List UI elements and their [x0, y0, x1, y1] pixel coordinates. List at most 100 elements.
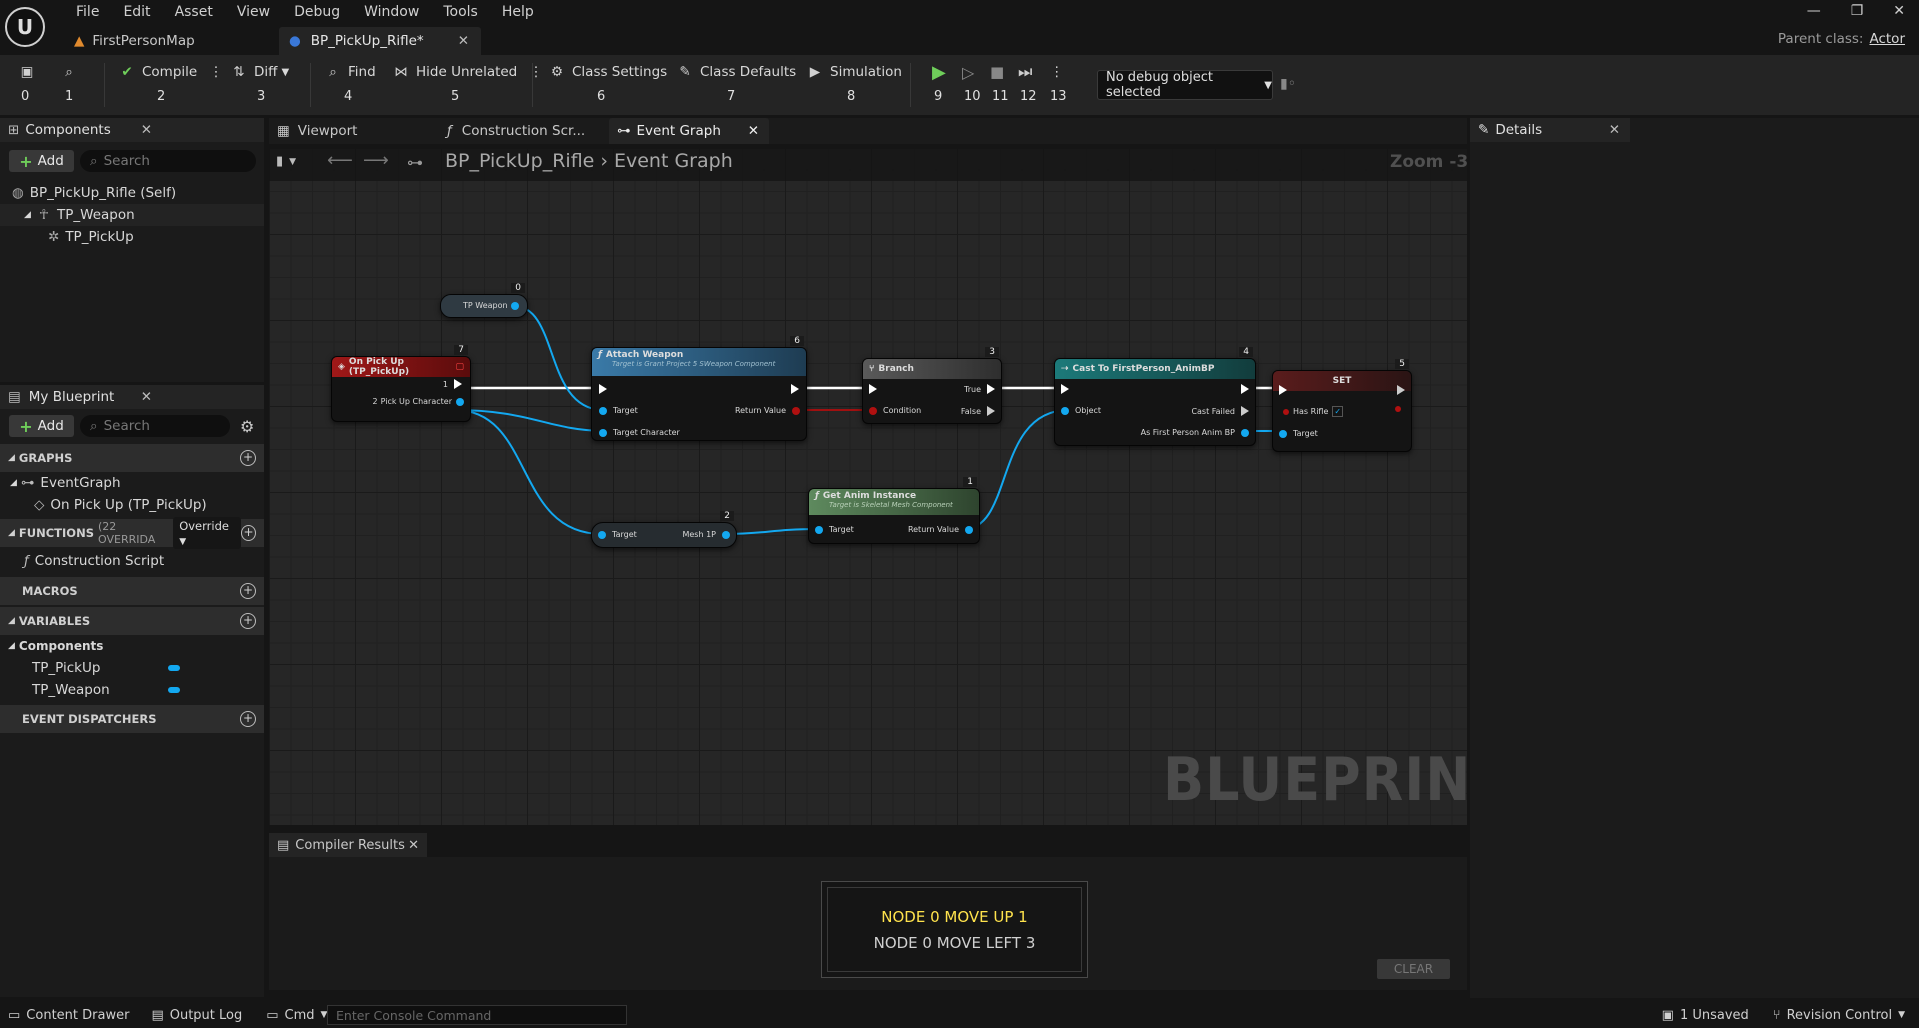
clear-button[interactable]: CLEAR — [1377, 959, 1450, 979]
breadcrumb-graph[interactable]: Event Graph — [614, 150, 733, 172]
function-construction-script[interactable]: ƒ Construction Script — [0, 550, 264, 572]
component-tp-weapon[interactable]: ◢ ☥ TP_Weapon — [0, 204, 264, 226]
simulation-button[interactable]: ▶ Simulation — [806, 61, 902, 83]
menu-window[interactable]: Window — [352, 2, 431, 20]
tab-my-blueprint[interactable]: ▤ My Blueprint ✕ — [0, 385, 264, 409]
tab-compiler-results[interactable]: ▤ Compiler Results ✕ — [269, 833, 427, 857]
close-icon[interactable]: ✕ — [408, 838, 419, 853]
save-icon[interactable]: ▣ — [18, 61, 42, 83]
mesh1p-pin[interactable]: Mesh 1P — [682, 530, 730, 539]
node-branch[interactable]: 3 ⑂ Branch True Condition False — [862, 347, 1002, 424]
menu-help[interactable]: Help — [490, 2, 546, 20]
exec-in-pin[interactable] — [869, 384, 877, 394]
pickup-character-pin[interactable]: 2 Pick Up Character — [372, 397, 464, 406]
node-get-anim-instance[interactable]: 1 ƒ Get Anim Instance Target is Skeletal … — [808, 477, 980, 544]
menu-debug[interactable]: Debug — [282, 2, 352, 20]
unsaved-button[interactable]: ▣ 1 Unsaved — [1662, 1008, 1749, 1023]
back-arrow-icon[interactable]: ⟵ — [327, 150, 353, 171]
console-command-input[interactable]: Enter Console Command — [327, 1005, 627, 1025]
exec-in-pin[interactable] — [1279, 385, 1287, 395]
my-blueprint-search-input[interactable]: ⌕ Search — [80, 415, 230, 437]
return-value-pin[interactable]: Return Value — [735, 406, 800, 415]
tab-event-graph[interactable]: ⊶ Event Graph ✕ — [609, 118, 769, 144]
override-dropdown[interactable]: Override ▼ — [173, 517, 242, 549]
section-macros[interactable]: MACROS + — [0, 577, 264, 605]
graph-eventgraph[interactable]: ◢ ⊶ EventGraph — [0, 472, 264, 494]
component-tp-pickup[interactable]: ✲ TP_PickUp — [0, 226, 264, 248]
node-on-pickup-event[interactable]: 7 ◈ On Pick Up (TP_PickUp) ▢ 1 2 Pick Up C… — [331, 345, 471, 422]
add-dispatcher-icon[interactable]: + — [240, 711, 256, 727]
more-icon[interactable]: ⋮ — [1050, 61, 1064, 83]
stop-icon[interactable]: ■ — [990, 61, 1004, 83]
target-character-pin[interactable]: Target Character — [599, 428, 680, 437]
tab-details[interactable]: ✎ Details ✕ — [1470, 118, 1630, 142]
node-set-has-rifle[interactable]: 5 SET Has Rifle ✓ Target — [1272, 359, 1412, 452]
browse-icon[interactable]: ⌕ — [60, 61, 84, 83]
cmd-dropdown[interactable]: ▭ Cmd ▼ — [266, 1008, 327, 1023]
node-tp-weapon-getter[interactable]: 0 TP Weapon — [440, 283, 528, 318]
more-icon[interactable]: ⋮ — [209, 64, 223, 80]
menu-asset[interactable]: Asset — [163, 2, 225, 20]
component-self[interactable]: ◍ BP_PickUp_Rifle (Self) — [0, 182, 264, 204]
revision-control-button[interactable]: ⑂ Revision Control ▼ — [1773, 1008, 1905, 1023]
as-anim-bp-pin[interactable]: As First Person Anim BP — [1141, 428, 1249, 437]
tab-construction-script[interactable]: ƒ Construction Scr... — [437, 118, 609, 144]
exec-out-pin[interactable] — [1397, 385, 1405, 395]
add-component-button[interactable]: + Add — [9, 150, 74, 172]
class-defaults-button[interactable]: ✎ Class Defaults — [676, 61, 796, 83]
section-variables[interactable]: ◢ VARIABLES + — [0, 607, 264, 635]
section-graphs[interactable]: ◢ GRAPHS + — [0, 444, 264, 472]
content-drawer-button[interactable]: ▭ Content Drawer — [8, 1008, 129, 1023]
return-value-pin[interactable]: Return Value — [908, 525, 973, 534]
has-rifle-pin[interactable]: Has Rifle ✓ — [1283, 406, 1344, 417]
components-search-input[interactable]: ⌕ Search — [80, 150, 256, 172]
add-member-button[interactable]: + Add — [9, 415, 74, 437]
menu-view[interactable]: View — [225, 2, 282, 20]
play-icon[interactable]: ▶ — [932, 61, 946, 83]
close-icon[interactable]: ✕ — [458, 33, 469, 49]
target-pin[interactable]: Target — [599, 406, 638, 415]
event-on-pickup[interactable]: ◇ On Pick Up (TP_PickUp) — [0, 494, 264, 516]
output-log-button[interactable]: ▤ Output Log — [151, 1008, 242, 1023]
settings-gear-icon[interactable]: ⚙ — [240, 417, 254, 436]
diff-button[interactable]: ⇅ Diff ▼ — [230, 61, 289, 83]
graph-canvas[interactable]: 0 TP Weapon 7 ◈ On Pick Up (TP_PickUp) ▢ … — [269, 148, 1467, 825]
menu-edit[interactable]: Edit — [111, 2, 162, 20]
target-pin[interactable]: Target — [598, 530, 637, 539]
exec-out-pin[interactable] — [791, 384, 799, 394]
target-pin[interactable]: Target — [1279, 429, 1318, 438]
hide-unrelated-button[interactable]: ⋈ Hide Unrelated ⋮ — [392, 61, 543, 83]
restore-icon[interactable]: ❐ — [1851, 3, 1864, 19]
menu-tools[interactable]: Tools — [431, 2, 490, 20]
node-attach-weapon[interactable]: 6 ƒ Attach Weapon Target is Grant Project… — [591, 336, 807, 441]
object-pin[interactable]: Object — [1061, 406, 1101, 415]
exec-out-pin[interactable]: 1 — [443, 379, 462, 389]
variable-tp-pickup[interactable]: TP_PickUp — [0, 657, 264, 679]
tab-firstpersonmap[interactable]: ▲ FirstPersonMap — [70, 27, 270, 55]
forward-arrow-icon[interactable]: ⟶ — [363, 150, 389, 171]
section-functions[interactable]: ◢ FUNCTIONS (22 OVERRIDA Override ▼ + — [0, 517, 264, 549]
exec-out-pin[interactable] — [1241, 384, 1249, 394]
parent-class-link[interactable]: Actor — [1869, 31, 1905, 47]
unreal-logo-icon[interactable]: U — [5, 7, 45, 47]
false-pin[interactable]: False — [961, 406, 995, 416]
section-event-dispatchers[interactable]: EVENT DISPATCHERS + — [0, 705, 264, 733]
minimize-icon[interactable]: — — [1807, 3, 1821, 19]
bookmark-button[interactable]: ▮ ▼ — [276, 154, 296, 169]
tab-components[interactable]: ⊞ Components ✕ — [0, 118, 264, 142]
add-macro-icon[interactable]: + — [240, 583, 256, 599]
add-function-icon[interactable]: + — [241, 525, 256, 541]
true-pin[interactable]: True — [964, 384, 995, 394]
compile-button[interactable]: ✔ Compile ⋮ — [118, 61, 223, 83]
cast-failed-pin[interactable]: Cast Failed — [1191, 406, 1249, 416]
find-button[interactable]: ⌕ Find — [324, 61, 375, 83]
node-cast-to-animbp[interactable]: 4 ⇢ Cast To FirstPerson_AnimBP Object Cas… — [1054, 347, 1256, 446]
condition-pin[interactable]: Condition — [869, 406, 921, 415]
step-icon[interactable]: ▷ — [962, 61, 974, 83]
variable-tp-weapon[interactable]: TP_Weapon — [0, 679, 264, 701]
close-icon[interactable]: ✕ — [1609, 122, 1620, 138]
add-variable-icon[interactable]: + — [240, 613, 256, 629]
breadcrumb-blueprint[interactable]: BP_PickUp_Rifle — [445, 150, 594, 172]
debug-filter-icon[interactable]: ▮◦ — [1280, 76, 1296, 92]
tab-bp-pickup-rifle[interactable]: ● BP_PickUp_Rifle* ✕ — [279, 27, 481, 55]
